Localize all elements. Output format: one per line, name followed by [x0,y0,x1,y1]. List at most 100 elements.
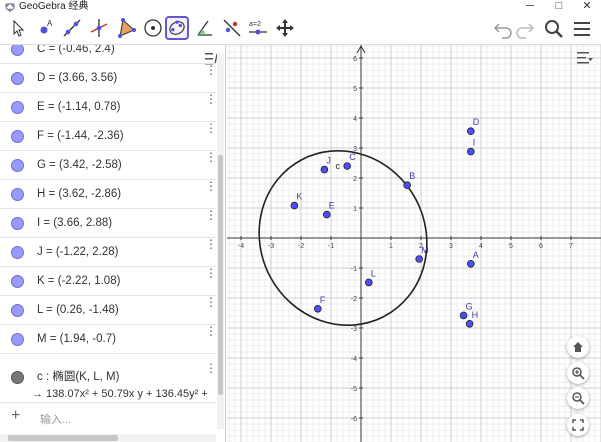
slider-icon: a=2 [249,21,267,35]
visibility-toggle[interactable] [11,72,24,85]
zoom-out-icon [572,392,585,405]
undo-icon [493,23,512,39]
algebra-row[interactable]: E = (-1.14, 0.78) ⋮ [0,93,217,122]
undo-button[interactable] [492,18,514,40]
algebra-input-field[interactable]: 输入... [40,411,71,427]
visibility-toggle-c[interactable] [11,371,24,384]
algebra-row[interactable]: K = (-2.22, 1.08) ⋮ [0,267,217,296]
home-button[interactable] [567,336,589,358]
x-tick-label: -4 [238,243,244,250]
x-tick-label: -1 [328,243,334,250]
algebra-scrollbar-thumb[interactable] [218,155,223,395]
polygon-tool[interactable] [114,16,138,40]
geogebra-logo-icon [5,3,15,12]
circle-tool[interactable] [141,16,165,40]
visibility-toggle[interactable] [11,130,24,143]
point-label-e: E [329,201,335,211]
zoom-out-button[interactable] [567,387,589,409]
slider-tool[interactable]: a=2 [246,16,270,40]
search-button[interactable] [543,18,565,40]
point-tool[interactable]: A [33,16,57,40]
algebra-row[interactable]: M = (1.94, -0.7) ⋮ [0,325,217,354]
angle-tool[interactable] [193,16,217,40]
move-view-icon [276,19,294,37]
algebra-row[interactable]: C = (-0.46, 2.4) [0,45,216,64]
ellipse-icon [169,20,185,35]
visibility-toggle[interactable] [11,304,24,317]
input-row[interactable]: + 输入... [0,403,216,433]
y-tick-label: -4 [351,356,357,363]
visibility-toggle[interactable] [11,45,24,56]
point-label-h: H [472,310,479,320]
visibility-toggle[interactable] [11,101,24,114]
algebra-row[interactable]: J = (-1.22, 2.28) ⋮ [0,238,217,267]
y-tick-label: 1 [353,206,357,213]
conic-label: c [336,161,341,171]
point-b [403,181,412,190]
svg-text:A: A [47,19,53,28]
visibility-toggle[interactable] [11,159,24,172]
point-h [465,319,474,328]
fullscreen-button[interactable] [567,414,589,436]
algebra-row-label: D = (3.66, 3.56) [37,72,118,84]
algebra-row-label: C = (-0.46, 2.4) [37,45,115,55]
algebra-row[interactable]: G = (3.42, -2.58) ⋮ [0,151,217,180]
algebra-row[interactable]: L = (0.26, -1.48) ⋮ [0,296,217,325]
angle-icon [197,20,212,36]
conic-row[interactable]: c : 椭圆(K, L, M) → 138.07x² + 50.79x y + … [0,357,217,403]
point-m [415,255,424,263]
move-tool[interactable] [6,16,30,40]
algebra-row[interactable]: D = (3.66, 3.56) ⋮ [0,64,217,93]
point-e [323,210,331,219]
x-tick-label: 3 [449,243,453,250]
row-more-button[interactable]: ⋮ [205,267,217,279]
x-tick-label: 5 [509,243,513,250]
algebra-row-label: J = (-1.22, 2.28) [37,246,119,258]
graphics-style-button[interactable] [575,48,597,68]
visibility-toggle[interactable] [11,188,24,201]
algebra-h-scrollbar-thumb[interactable] [8,435,118,441]
conic-more-button[interactable]: ⋮ [205,362,217,374]
x-tick-label: 6 [539,243,543,250]
row-more-button[interactable]: ⋮ [205,296,217,308]
move-graphics-tool[interactable] [273,16,297,40]
visibility-toggle[interactable] [11,246,24,259]
algebra-row[interactable]: H = (3.62, -2.86) ⋮ [0,180,217,209]
row-more-button[interactable]: ⋮ [205,209,217,221]
line-tool[interactable] [60,16,84,40]
close-button[interactable]: ✕ [573,0,601,14]
algebra-row-label: F = (-1.44, -2.36) [37,130,124,142]
point-c [343,162,351,170]
visibility-toggle[interactable] [11,217,24,230]
zoom-in-icon [572,367,585,380]
row-more-button[interactable]: ⋮ [205,93,217,105]
visibility-toggle[interactable] [11,333,24,346]
perpendicular-tool[interactable] [87,16,111,40]
window-title: GeoGebra 经典 [19,1,89,12]
row-more-button[interactable]: ⋮ [205,238,217,250]
row-more-button[interactable]: ⋮ [205,64,217,76]
visibility-toggle[interactable] [11,275,24,288]
redo-button[interactable] [514,18,536,40]
row-more-button[interactable]: ⋮ [205,151,217,163]
row-more-button[interactable]: ⋮ [205,325,217,337]
row-more-button[interactable]: ⋮ [205,180,217,192]
algebra-row[interactable]: F = (-1.44, -2.36) ⋮ [0,122,217,151]
point-g [459,311,468,320]
search-icon [545,20,563,38]
minimize-button[interactable]: ─ [516,0,544,14]
arrow-icon [13,19,25,37]
algebra-row[interactable]: I = (3.66, 2.88) ⋮ [0,209,217,238]
row-more-button[interactable]: ⋮ [205,122,217,134]
main-menu-button[interactable] [571,18,593,40]
maximize-button[interactable]: □ [545,0,573,14]
zoom-in-button[interactable] [567,362,589,384]
coordinate-plane[interactable]: -4-3-2-11234567654321-1-2-3-4-5-6-7cABCD… [227,45,601,442]
window-titlebar: GeoGebra 经典 ─ □ ✕ [0,0,601,14]
reflect-tool[interactable] [220,16,244,40]
point-k [290,201,299,210]
add-input-button[interactable]: + [11,407,20,425]
ellipse-tool[interactable] [165,16,189,40]
point-label-b: B [409,171,415,181]
graphics-view[interactable]: -4-3-2-11234567654321-1-2-3-4-5-6-7cABCD… [227,45,601,442]
